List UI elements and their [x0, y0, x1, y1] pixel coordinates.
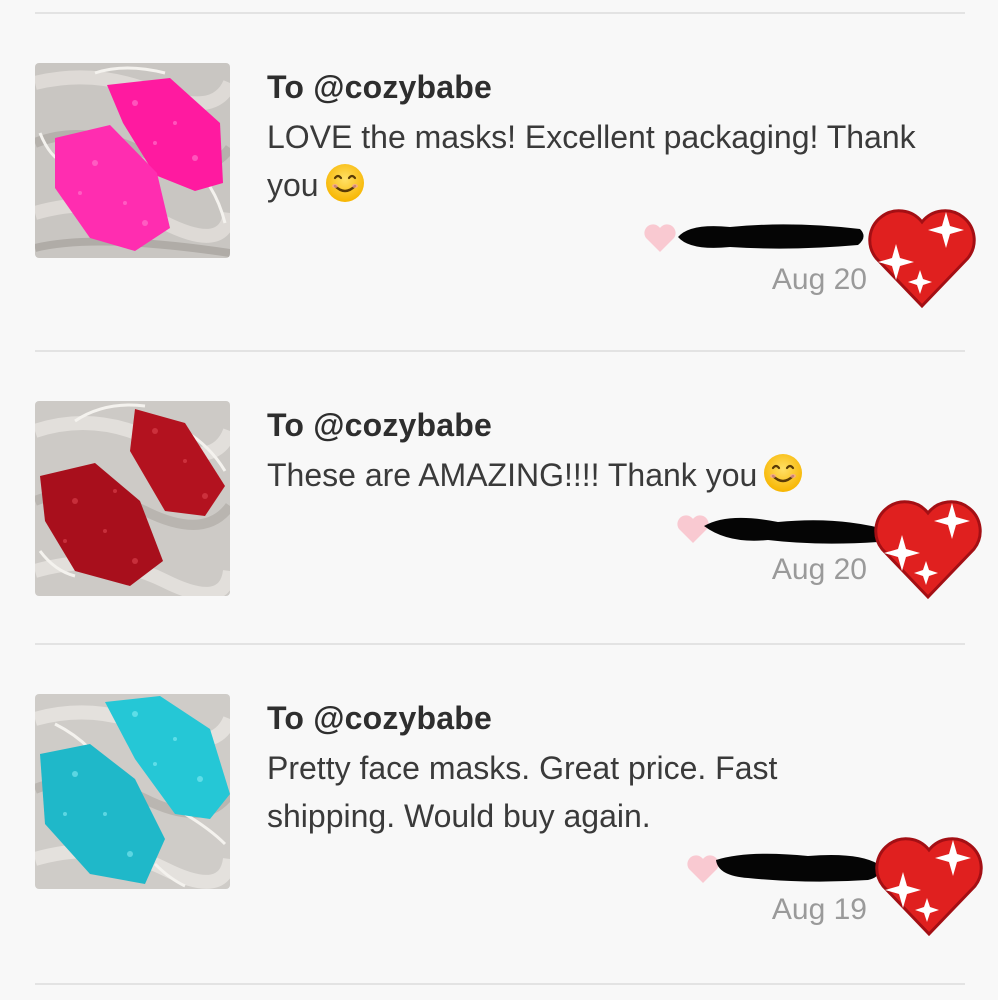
sparkling-heart-icon	[872, 497, 984, 601]
divider	[35, 983, 965, 985]
review-recipient: To @cozybabe	[267, 69, 493, 105]
review-text-content: Pretty face masks. Great price. Fast shi…	[267, 750, 778, 834]
divider	[35, 350, 965, 352]
divider	[35, 12, 965, 14]
product-thumbnail[interactable]	[35, 401, 230, 596]
review-recipient: To @cozybabe	[267, 700, 493, 736]
pink-masks-image	[35, 63, 230, 258]
divider	[35, 643, 965, 645]
review-text: These are AMAZING!!!! Thank you	[267, 451, 927, 499]
redacted-username	[698, 508, 898, 548]
review-text: Pretty face masks. Great price. Fast shi…	[267, 744, 887, 840]
redacted-username	[670, 215, 870, 255]
red-masks-image	[35, 401, 230, 596]
sparkling-heart-icon	[873, 834, 985, 938]
smiling-face-icon	[763, 453, 803, 493]
sparkling-heart-icon	[866, 206, 978, 310]
review-date: Aug 20	[771, 263, 867, 296]
teal-masks-image	[35, 694, 230, 889]
reviews-page: To @cozybabe LOVE the masks! Excellent p…	[0, 0, 998, 1000]
review-text-content: These are AMAZING!!!! Thank you	[267, 457, 758, 493]
review-recipient: To @cozybabe	[267, 407, 493, 443]
product-thumbnail[interactable]	[35, 63, 230, 258]
smiling-face-icon	[325, 163, 365, 203]
review-text: LOVE the masks! Excellent packaging! Tha…	[267, 113, 927, 209]
review-date: Aug 20	[771, 553, 867, 586]
product-thumbnail[interactable]	[35, 694, 230, 889]
review-date: Aug 19	[771, 893, 867, 926]
